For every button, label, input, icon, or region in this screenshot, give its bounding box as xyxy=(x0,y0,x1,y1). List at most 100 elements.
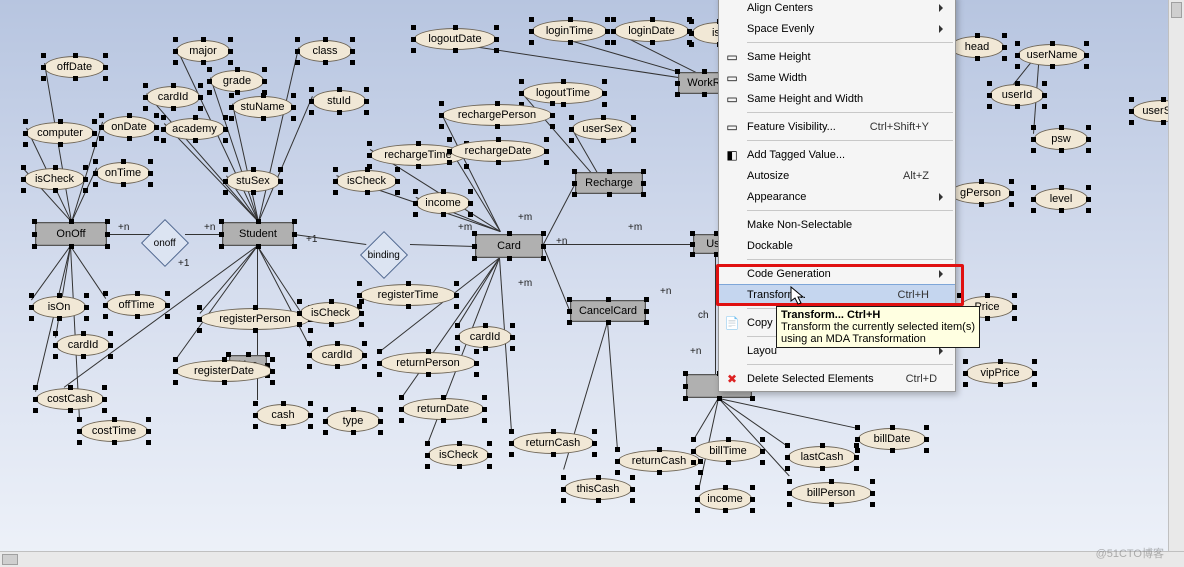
attribute-thiscash[interactable]: thisCash xyxy=(564,478,632,500)
menu-item-label: Same Height and Width xyxy=(747,93,863,105)
attribute-cash[interactable]: cash xyxy=(256,404,310,426)
attribute-costcash[interactable]: costCash xyxy=(36,388,104,410)
attribute-head[interactable]: head xyxy=(950,36,1004,58)
attribute-major[interactable]: major xyxy=(176,40,230,62)
attribute-income[interactable]: income xyxy=(416,192,470,214)
menu-item-align-centers[interactable]: Align Centers xyxy=(719,0,955,18)
relationship-line[interactable] xyxy=(257,246,310,346)
entity-card[interactable]: Card xyxy=(475,234,543,258)
attribute-ison[interactable]: isOn xyxy=(32,296,86,318)
attribute-registerdate[interactable]: registerDate xyxy=(176,360,272,382)
attribute-stuid[interactable]: stuId xyxy=(312,90,366,112)
relationship-line[interactable] xyxy=(693,397,719,440)
menu-item-same-width[interactable]: ▭Same Width xyxy=(719,67,955,88)
cardinality-label: +m xyxy=(628,222,642,233)
menu-item-feature-visibility[interactable]: ▭Feature Visibility...Ctrl+Shift+Y xyxy=(719,116,955,137)
attribute-cardid[interactable]: cardId xyxy=(310,344,364,366)
attribute-logoutdate[interactable]: logoutDate xyxy=(414,28,496,50)
relationship-line[interactable] xyxy=(718,398,790,477)
attribute-cardid[interactable]: cardId xyxy=(458,326,512,348)
relationship-line[interactable] xyxy=(55,246,71,338)
entity-recharge[interactable]: Recharge xyxy=(575,172,643,194)
relationship-line[interactable] xyxy=(294,234,366,245)
attribute-billtime[interactable]: billTime xyxy=(694,440,762,462)
attribute-returncash[interactable]: returnCash xyxy=(512,432,594,454)
relationship-line[interactable] xyxy=(70,246,106,299)
attribute-cardid[interactable]: cardId xyxy=(146,86,200,108)
attribute-returncash[interactable]: returnCash xyxy=(618,450,700,472)
menu-item-make-non-selectable[interactable]: Make Non-Selectable xyxy=(719,214,955,235)
vertical-scrollbar[interactable] xyxy=(1168,0,1184,567)
relationship-line[interactable] xyxy=(258,48,299,222)
menu-shortcut: Alt+Z xyxy=(871,170,929,182)
attribute-registerperson[interactable]: registerPerson xyxy=(200,308,310,330)
menu-item-same-height-and-width[interactable]: ▭Same Height and Width xyxy=(719,88,955,109)
cardinality-label: ch xyxy=(698,310,709,321)
attribute-costtime[interactable]: costTime xyxy=(80,420,148,442)
attribute-class[interactable]: class xyxy=(298,40,352,62)
attribute-stusex[interactable]: stuSex xyxy=(226,170,280,192)
attribute-rechargedate[interactable]: rechargeDate xyxy=(450,140,546,162)
attribute-rechargeperson[interactable]: rechargePerson xyxy=(442,104,552,126)
attribute-ontime[interactable]: onTime xyxy=(96,162,150,184)
cardinality-label: +1 xyxy=(178,258,189,269)
attribute-billdate[interactable]: billDate xyxy=(858,428,926,450)
horizontal-scrollbar[interactable] xyxy=(0,551,1184,567)
relationship-line[interactable] xyxy=(185,234,222,235)
attribute-income[interactable]: income xyxy=(698,488,752,510)
relationship-line[interactable] xyxy=(257,246,300,311)
menu-item-autosize[interactable]: AutosizeAlt+Z xyxy=(719,165,955,186)
attribute-academy[interactable]: academy xyxy=(164,118,225,140)
entity-student[interactable]: Student xyxy=(222,222,294,246)
attribute-ischeck[interactable]: isCheck xyxy=(300,302,361,324)
entity-cancelcard[interactable]: CancelCard xyxy=(570,300,646,322)
er-diagram-canvas[interactable]: OnOffStudentCardUseWorkRRechargeCancelCa… xyxy=(0,0,1184,567)
menu-item-space-evenly[interactable]: Space Evenly xyxy=(719,18,955,39)
menu-item-appearance[interactable]: Appearance xyxy=(719,186,955,207)
relationship-line[interactable] xyxy=(457,257,500,326)
attribute-ischeck[interactable]: isCheck xyxy=(336,170,397,192)
attribute-computer[interactable]: computer xyxy=(26,122,94,144)
attribute-offdate[interactable]: offDate xyxy=(44,56,105,78)
attribute-gperson[interactable]: gPerson xyxy=(950,182,1011,204)
attribute-userid[interactable]: userId xyxy=(990,84,1044,106)
attribute-vipprice[interactable]: vipPrice xyxy=(966,362,1034,384)
copy-icon: 📄 xyxy=(723,315,741,331)
attribute-registertime[interactable]: registerTime xyxy=(360,284,456,306)
attribute-username[interactable]: userName xyxy=(1018,44,1086,66)
attribute-logindate[interactable]: loginDate xyxy=(614,20,689,42)
attribute-stuname[interactable]: stuName xyxy=(232,96,293,118)
menu-item-label: Same Height xyxy=(747,51,811,63)
relationship-line[interactable] xyxy=(607,322,618,450)
menu-item-same-height[interactable]: ▭Same Height xyxy=(719,46,955,67)
attribute-logouttime[interactable]: logoutTime xyxy=(522,82,604,104)
menu-item-add-tagged-value[interactable]: ◧Add Tagged Value... xyxy=(719,144,955,165)
attribute-ischeck[interactable]: isCheck xyxy=(428,444,489,466)
attribute-lastcash[interactable]: lastCash xyxy=(788,446,856,468)
relationship-line[interactable] xyxy=(542,244,570,310)
relationship-line[interactable] xyxy=(410,244,475,247)
attribute-level[interactable]: level xyxy=(1034,188,1088,210)
attribute-grade[interactable]: grade xyxy=(210,70,264,92)
attribute-usersex[interactable]: userSex xyxy=(572,118,633,140)
menu-item-label: Appearance xyxy=(747,191,806,203)
attribute-logintime[interactable]: loginTime xyxy=(532,20,607,42)
menu-item-delete-selected-elements[interactable]: ✖Delete Selected ElementsCtrl+D xyxy=(719,368,955,389)
menu-item-label: Same Width xyxy=(747,72,807,84)
attribute-ischeck[interactable]: isCheck xyxy=(24,168,85,190)
attribute-returnperson[interactable]: returnPerson xyxy=(380,352,476,374)
attribute-billperson[interactable]: billPerson xyxy=(790,482,872,504)
tooltip: Transform... Ctrl+H Transform the curren… xyxy=(776,306,980,348)
menu-item-label: Feature Visibility... xyxy=(747,121,836,133)
attribute-ondate[interactable]: onDate xyxy=(102,116,156,138)
attribute-offtime[interactable]: offTime xyxy=(106,294,167,316)
entity-onoff[interactable]: OnOff xyxy=(35,222,107,246)
attribute-psw[interactable]: psw xyxy=(1034,128,1088,150)
menu-item-dockable[interactable]: Dockable xyxy=(719,235,955,256)
attribute-cardid[interactable]: cardId xyxy=(56,334,110,356)
menu-shortcut: Ctrl+D xyxy=(874,373,937,385)
attribute-returndate[interactable]: returnDate xyxy=(402,398,484,420)
attribute-type[interactable]: type xyxy=(326,410,380,432)
cardinality-label: +m xyxy=(518,212,532,223)
relationship-binding[interactable]: binding xyxy=(360,231,408,279)
